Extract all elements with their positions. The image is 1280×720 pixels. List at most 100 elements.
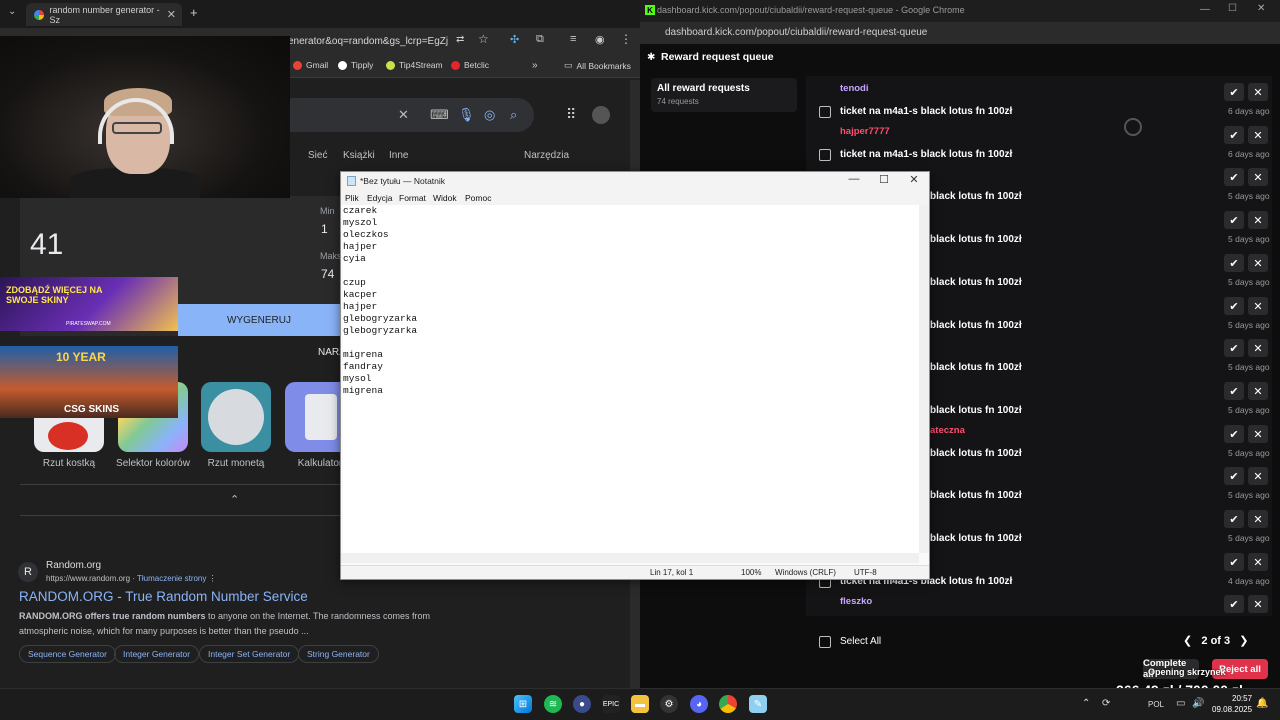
approve-request-button[interactable]: ✔ [1224,297,1244,315]
keyboard-icon[interactable]: ⌨ [430,107,449,123]
menu-format[interactable]: Format [399,193,426,203]
result-title-link[interactable]: RANDOM.ORG - True Random Number Service [19,589,308,604]
avatar[interactable] [592,106,610,124]
reject-request-button[interactable]: ✕ [1248,254,1268,272]
bookmark-all[interactable]: ▭ All Bookmarks [564,60,631,71]
bookmark-tipply[interactable]: Tipply [338,60,373,70]
file-explorer-icon[interactable]: ▬ [631,695,649,713]
left-url-text[interactable]: enerator&oq=random&gs_lcrp=EgZja... [288,33,448,51]
new-tab-plus-icon[interactable]: + [190,5,198,20]
clock-date[interactable]: 09.08.2025 [1212,705,1252,714]
lens-icon[interactable]: ◎ [484,107,495,123]
chip-sequence-generator[interactable]: Sequence Generator [19,645,116,663]
approve-request-button[interactable]: ✔ [1224,126,1244,144]
language-indicator[interactable]: POL [1148,700,1164,709]
clear-search-icon[interactable]: ✕ [398,107,409,123]
start-button-icon[interactable]: ⊞ [514,695,532,713]
tab-narzedzia[interactable]: Narzędzia [524,150,569,161]
kick-url[interactable]: dashboard.kick.com/popout/ciubaldii/rewa… [665,27,927,38]
reject-request-button[interactable]: ✕ [1248,126,1268,144]
approve-request-button[interactable]: ✔ [1224,254,1244,272]
tab-inne[interactable]: Inne [389,150,408,161]
approve-request-button[interactable]: ✔ [1224,510,1244,528]
clock-time[interactable]: 20:57 [1232,694,1252,703]
reject-request-button[interactable]: ✕ [1248,425,1268,443]
app-orb-icon[interactable]: ● [573,695,591,713]
select-all-checkbox[interactable] [819,636,831,648]
menu-widok[interactable]: Widok [433,193,457,203]
extension-icon[interactable]: ✣ [510,33,519,46]
tab-google-search[interactable]: random number generator - Sz ✕ [26,3,182,26]
profile-icon[interactable]: ◉ [595,33,605,46]
bookmark-betclic[interactable]: Betclic [451,60,489,70]
translate-link[interactable]: Tłumaczenie strony [137,574,206,583]
coin-flip-tile[interactable] [201,382,271,452]
tab-menu-chevron-icon[interactable]: ⌄ [8,6,16,17]
approve-request-button[interactable]: ✔ [1224,382,1244,400]
approve-request-button[interactable]: ✔ [1224,211,1244,229]
tray-sync-icon[interactable]: ⟳ [1102,698,1110,709]
reject-request-button[interactable]: ✕ [1248,168,1268,186]
notepad-text-area[interactable]: czarek myszol oleczkos hajper cyia czup … [343,205,919,553]
generate-button[interactable]: WYGENERUJ [178,304,340,336]
maximize-icon[interactable]: ☐ [1228,3,1237,14]
menu-pomoc[interactable]: Pomoc [465,193,491,203]
min-input[interactable]: 1 [321,222,328,236]
steam-icon[interactable]: ⚙ [660,695,678,713]
reject-request-button[interactable]: ✕ [1248,595,1268,613]
tool-label-dice[interactable]: Rzut kostką [27,458,111,469]
network-icon[interactable]: ▭ [1176,698,1185,709]
notepad-close-icon[interactable]: ✕ [904,173,924,186]
request-checkbox[interactable] [819,106,831,118]
approve-request-button[interactable]: ✔ [1224,168,1244,186]
menu-edycja[interactable]: Edycja [367,193,393,203]
epic-games-icon[interactable]: EPIC [602,695,620,713]
chip-integer-generator[interactable]: Integer Generator [114,645,200,663]
approve-request-button[interactable]: ✔ [1224,553,1244,571]
tab-close-icon[interactable]: ✕ [167,8,176,21]
tool-label-coin[interactable]: Rzut monetą [194,458,278,469]
approve-request-button[interactable]: ✔ [1224,339,1244,357]
reject-request-button[interactable]: ✕ [1248,467,1268,485]
apps-grid-icon[interactable]: ⠿ [566,106,576,123]
media-icon[interactable]: ≡ [570,33,576,45]
spotify-icon[interactable]: ≋ [544,695,562,713]
notepad-horizontal-scrollbar[interactable] [341,553,919,563]
next-page-icon[interactable]: ❯ [1239,635,1248,647]
reject-request-button[interactable]: ✕ [1248,339,1268,357]
reject-request-button[interactable]: ✕ [1248,510,1268,528]
reject-request-button[interactable]: ✕ [1248,211,1268,229]
close-window-icon[interactable]: ✕ [1257,3,1265,14]
reject-request-button[interactable]: ✕ [1248,83,1268,101]
collapse-row[interactable]: ⌃ [20,484,340,516]
discord-icon[interactable]: ◕ [690,695,708,713]
kebab-menu-icon[interactable]: ⋮ [620,32,632,46]
approve-request-button[interactable]: ✔ [1224,83,1244,101]
reject-request-button[interactable]: ✕ [1248,553,1268,571]
tab-siec[interactable]: Sieć [308,150,327,161]
notepad-minimize-icon[interactable]: — [844,173,864,185]
chip-string-generator[interactable]: String Generator [298,645,379,663]
notepad-vertical-scrollbar[interactable] [919,205,929,553]
prev-page-icon[interactable]: ❮ [1183,635,1192,647]
translate-icon[interactable]: ⇄ [456,34,464,45]
result-site-url[interactable]: https://www.random.org · Tłumaczenie str… [46,574,217,583]
chrome-icon[interactable] [719,695,737,713]
notepad-maximize-icon[interactable]: ☐ [874,173,894,186]
minimize-icon[interactable]: — [1200,4,1210,15]
more-options-icon[interactable]: ⋮ [209,574,217,583]
menu-plik[interactable]: Plik [345,193,359,203]
bookmarks-overflow-icon[interactable]: » [532,60,538,71]
microphone-icon[interactable]: 🎙 [458,107,475,123]
max-input[interactable]: 74 [321,267,334,281]
notepad-taskbar-icon[interactable]: ✎ [749,695,767,713]
request-checkbox[interactable] [819,149,831,161]
reject-request-button[interactable]: ✕ [1248,382,1268,400]
tray-overflow-icon[interactable]: ⌃ [1082,698,1090,709]
volume-icon[interactable]: 🔊 [1192,698,1204,709]
tool-label-colors[interactable]: Selektor kolorów [111,458,195,469]
approve-request-button[interactable]: ✔ [1224,467,1244,485]
chip-integer-set-generator[interactable]: Integer Set Generator [199,645,300,663]
approve-request-button[interactable]: ✔ [1224,595,1244,613]
reject-request-button[interactable]: ✕ [1248,297,1268,315]
